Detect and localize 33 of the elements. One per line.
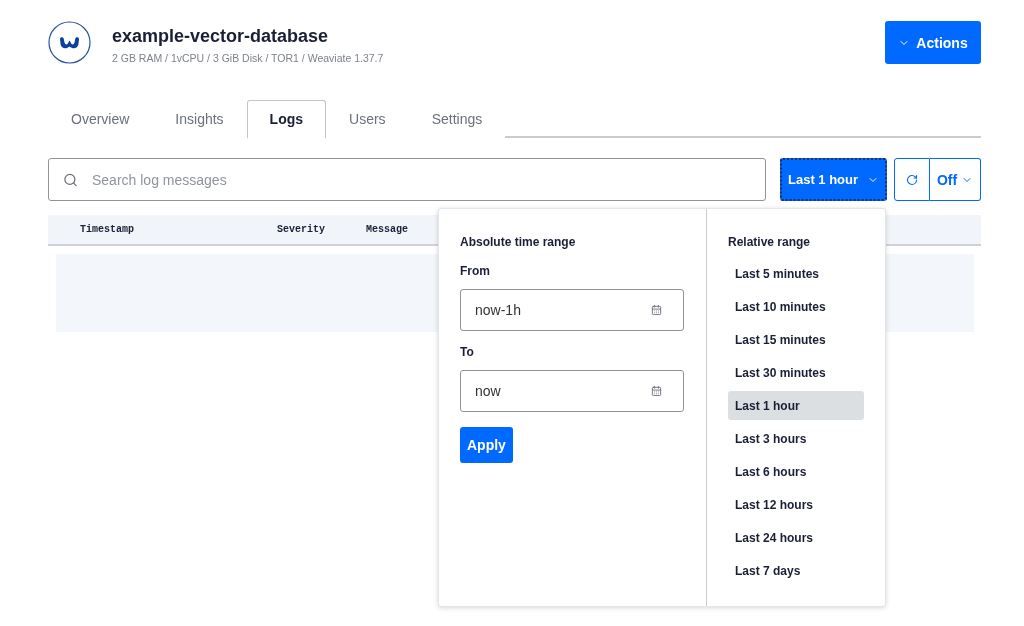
- section-title: Relative range: [728, 234, 811, 250]
- date-input-field[interactable]: now: [460, 370, 684, 412]
- tab[interactable]: Logs: [246, 100, 327, 139]
- search-field[interactable]: Search log messages: [48, 158, 766, 201]
- refresh-button[interactable]: [894, 158, 930, 201]
- actions-button[interactable]: Actions: [885, 21, 981, 64]
- section-title: Absolute time range: [460, 234, 576, 250]
- column-header: Severity: [277, 224, 326, 235]
- field-label: To: [460, 344, 474, 360]
- range-option[interactable]: Last 15 minutes: [728, 325, 864, 354]
- refresh-interval-button[interactable]: Off: [930, 158, 981, 201]
- calendar-icon: [651, 304, 662, 316]
- refresh-icon: [906, 173, 918, 186]
- range-option[interactable]: Last 3 hours: [728, 424, 864, 453]
- time-range-button[interactable]: Last 1 hour: [780, 158, 887, 201]
- range-option[interactable]: Last 12 hours: [728, 490, 864, 519]
- search-icon: [63, 172, 78, 187]
- logo-icon: [48, 21, 91, 64]
- range-option[interactable]: Last 5 minutes: [728, 259, 864, 288]
- date-input-field[interactable]: now-1h: [460, 289, 684, 331]
- field-label: From: [460, 263, 490, 279]
- calendar-icon: [651, 385, 662, 397]
- range-option[interactable]: Last 1 hour: [728, 391, 864, 420]
- column-header: Timestamp: [80, 224, 135, 235]
- range-option[interactable]: Last 6 hours: [728, 457, 864, 486]
- column-header: Message: [366, 224, 409, 235]
- range-option[interactable]: Last 30 minutes: [728, 358, 864, 387]
- range-option[interactable]: Last 10 minutes: [728, 292, 864, 321]
- database-title: example-vector-database: [112, 24, 330, 48]
- range-option[interactable]: Last 7 days: [728, 556, 864, 585]
- database-specs: 2 GB RAM / 1vCPU / 3 GiB Disk / TOR1 / Weaviate 1.37.7: [112, 51, 384, 65]
- apply-button[interactable]: Apply: [460, 427, 513, 463]
- range-option[interactable]: Last 24 hours: [728, 523, 864, 552]
